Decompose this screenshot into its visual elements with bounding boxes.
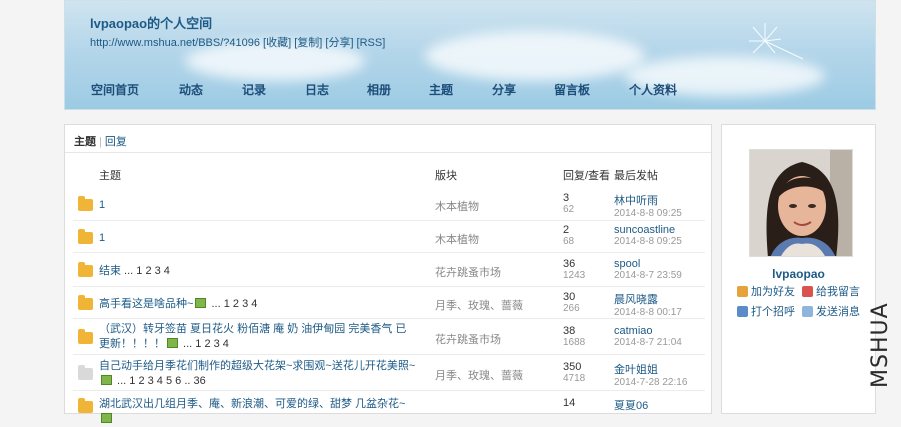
nav-topics[interactable]: 主题 [429, 81, 453, 98]
topic-title[interactable]: 1 [99, 231, 419, 246]
cloud-decoration [425, 31, 645, 81]
image-attachment-icon [195, 298, 207, 308]
last-poster[interactable]: catmiao [614, 325, 682, 337]
topic-counts: 14 [563, 397, 576, 409]
nav-blog[interactable]: 日志 [305, 81, 329, 98]
last-poster[interactable]: 晨风晓露 [614, 291, 682, 307]
topic-title[interactable]: 湖北武汉出几组月季、庵、新浪潮、可爱的绿、甜梦 几盆杂花~ [99, 397, 419, 427]
tab-topics[interactable]: 主题 [74, 136, 96, 148]
pencil-icon [802, 286, 813, 297]
topic-tabs: 主题 | 回复 [65, 125, 711, 153]
topic-pages[interactable]: ... 1 2 3 4 [208, 298, 257, 310]
space-url[interactable]: http://www.mshua.net/BBS/?41096 [收藏] [复制… [90, 34, 385, 50]
image-attachment-icon [101, 375, 112, 385]
topic-pages[interactable]: ... 1 2 3 4 5 6 .. 36 [114, 375, 206, 387]
topic-board[interactable]: 月季、玫瑰、蔷薇 [435, 367, 523, 383]
avatar-photo [750, 150, 852, 256]
table-row: 1 木本植物 2 68 suncoastline 2014-8-8 09:25 [73, 221, 705, 253]
add-friend-icon [737, 286, 748, 297]
topic-board[interactable]: 花卉跳蚤市场 [435, 331, 501, 347]
topic-list-panel: 主题 | 回复 主题 版块 回复/查看 最后发帖 1 木本植物 3 62 林中听雨 20… [64, 124, 712, 423]
leave-message-link[interactable]: 给我留言 [802, 283, 860, 299]
last-poster[interactable]: 金叶姐姐 [614, 361, 687, 377]
folder-icon [78, 229, 93, 244]
topic-board[interactable]: 木本植物 [435, 231, 479, 247]
space-title[interactable]: lvpaopao的个人空间 [90, 13, 212, 32]
tab-replies[interactable]: 回复 [105, 136, 127, 148]
topic-last-post: 夏夏06 [614, 397, 648, 413]
greet-icon [737, 306, 748, 317]
topic-counts: 350 4718 [563, 361, 586, 384]
envelope-icon [802, 306, 813, 317]
topic-title[interactable]: （武汉）转牙签苗 夏日花火 粉佰溏 庵 奶 油伊甸园 完美香气 已更新！！！！ … [99, 322, 411, 352]
folder-icon [78, 329, 93, 344]
topic-title[interactable]: 1 [99, 198, 419, 213]
folder-icon [78, 295, 93, 310]
nav-feed[interactable]: 动态 [179, 81, 203, 98]
column-counts: 回复/查看 [563, 170, 611, 182]
table-row: 结束 ... 1 2 3 4 花卉跳蚤市场 36 1243 spool 2014-8… [73, 253, 705, 287]
profile-sidebar: lvpaopao 加为好友 给我留言 打个招呼 发送消息 [721, 124, 876, 414]
folder-icon [78, 365, 93, 380]
topic-last-post: catmiao 2014-8-7 21:04 [614, 325, 682, 348]
nav-records[interactable]: 记录 [242, 81, 266, 98]
last-poster[interactable]: suncoastline [614, 224, 682, 236]
topic-last-post: spool 2014-8-7 23:59 [614, 258, 682, 281]
send-message-link[interactable]: 发送消息 [802, 303, 860, 319]
topic-counts: 2 68 [563, 224, 575, 247]
topic-last-post: suncoastline 2014-8-8 09:25 [614, 224, 682, 247]
table-row: 湖北武汉出几组月季、庵、新浪潮、可爱的绿、甜梦 几盆杂花~ 14 夏夏06 [73, 391, 705, 423]
topic-pages[interactable]: ... 1 2 3 4 [121, 265, 170, 277]
topic-title[interactable]: 自己动手给月季花们制作的超级大花架~求围观~送花儿开花美照~ ... 1 2 3… [99, 359, 423, 389]
column-topic: 主题 [99, 170, 121, 182]
nav-guestbook[interactable]: 留言板 [554, 81, 590, 98]
topic-counts: 3 62 [563, 192, 575, 215]
space-header: lvpaopao的个人空间 http://www.mshua.net/BBS/?… [64, 0, 876, 110]
nav-share[interactable]: 分享 [492, 81, 516, 98]
space-nav: 空间首页 动态 记录 日志 相册 主题 分享 留言板 个人资料 [65, 81, 875, 99]
topic-pages[interactable]: ... 1 2 3 4 [180, 338, 229, 350]
folder-icon [78, 262, 93, 277]
svg-text:MSHUA: MSHUA [868, 302, 893, 388]
topic-last-post: 林中听雨 2014-8-8 09:25 [614, 192, 682, 219]
nav-home[interactable]: 空间首页 [91, 81, 139, 98]
topic-board[interactable]: 木本植物 [435, 198, 479, 214]
dandelion-icon [749, 23, 804, 60]
nav-profile[interactable]: 个人资料 [629, 81, 677, 98]
topic-board[interactable]: 花卉跳蚤市场 [435, 264, 501, 280]
table-row: 自己动手给月季花们制作的超级大花架~求围观~送花儿开花美照~ ... 1 2 3… [73, 355, 705, 391]
topic-title[interactable]: 高手看这是啥品种~ ... 1 2 3 4 [99, 297, 419, 312]
last-poster[interactable]: 林中听雨 [614, 192, 682, 208]
say-hello-link[interactable]: 打个招呼 [737, 303, 795, 319]
topic-last-post: 晨风晓露 2014-8-8 00:17 [614, 291, 682, 318]
topic-board[interactable]: 月季、玫瑰、蔷薇 [435, 297, 523, 313]
avatar[interactable] [749, 149, 853, 257]
watermark-logo: MSHUA [868, 302, 893, 388]
table-row: （武汉）转牙签苗 夏日花火 粉佰溏 庵 奶 油伊甸园 完美香气 已更新！！！！ … [73, 319, 705, 355]
nav-album[interactable]: 相册 [367, 81, 391, 98]
table-row: 高手看这是啥品种~ ... 1 2 3 4 月季、玫瑰、蔷薇 30 266 晨风晓… [73, 287, 705, 319]
last-poster[interactable]: 夏夏06 [614, 397, 648, 413]
topic-counts: 38 1688 [563, 325, 586, 348]
column-last-post: 最后发帖 [614, 170, 658, 182]
topic-last-post: 金叶姐姐 2014-7-28 22:16 [614, 361, 687, 388]
column-board: 版块 [435, 170, 457, 182]
topic-counts: 36 1243 [563, 258, 586, 281]
tab-separator: | [99, 136, 102, 148]
image-attachment-icon [167, 338, 178, 348]
last-poster[interactable]: spool [614, 258, 682, 270]
topic-counts: 30 266 [563, 291, 580, 314]
folder-icon [78, 196, 93, 211]
topic-title[interactable]: 结束 ... 1 2 3 4 [99, 264, 419, 279]
image-attachment-icon [101, 413, 112, 423]
profile-name[interactable]: lvpaopao [722, 267, 875, 281]
table-row: 1 木本植物 3 62 林中听雨 2014-8-8 09:25 [73, 189, 705, 221]
add-friend-link[interactable]: 加为好友 [737, 283, 795, 299]
